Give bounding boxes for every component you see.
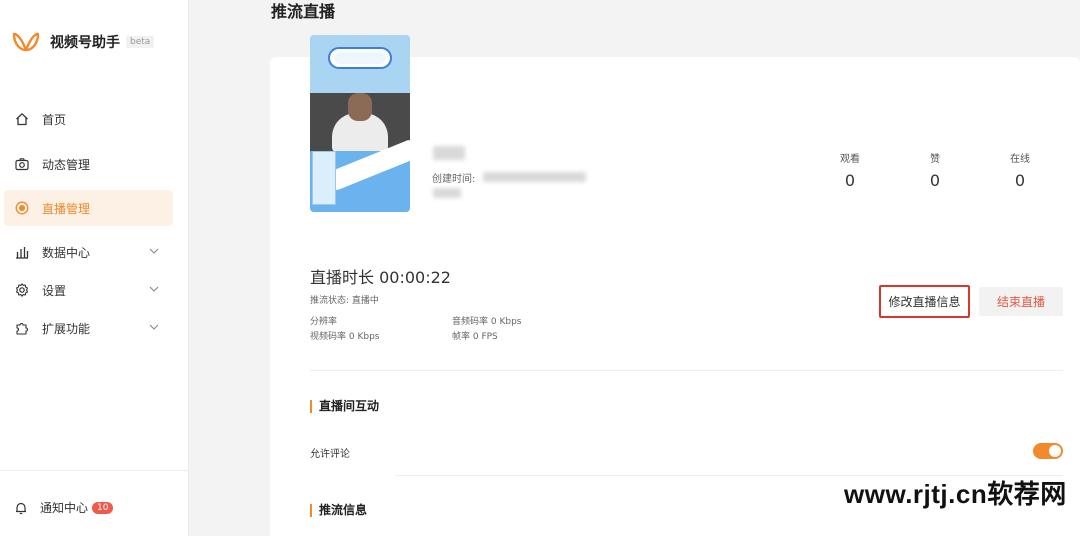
chevron-down-icon <box>149 324 159 330</box>
stat-value: 0 <box>929 171 941 190</box>
resolution-label: 分辨率 <box>310 317 338 327</box>
sidebar-item-label: 设置 <box>42 283 67 298</box>
redacted-title <box>433 146 465 160</box>
sidebar-item-label: 动态管理 <box>42 157 91 172</box>
chevron-down-icon <box>149 248 159 254</box>
allow-comment-toggle[interactable] <box>1033 443 1063 459</box>
allow-comment-label: 允许评论 <box>310 449 350 460</box>
page-title: 推流直播 <box>271 2 336 21</box>
section-title-push-info: 推流信息 <box>310 504 367 517</box>
sidebar-item-extensions[interactable]: 扩展功能 <box>4 310 173 346</box>
watermark-text: www.rjtj.cn软荐网 <box>844 479 1067 509</box>
redacted-info <box>433 188 461 198</box>
sidebar-item-label: 首页 <box>42 112 67 127</box>
stat-online: 在线 0 <box>990 150 1050 190</box>
section-title-interaction: 直播间互动 <box>310 400 379 413</box>
stat-label: 在线 <box>1010 154 1030 165</box>
live-duration: 直播时长 00:00:22 <box>310 268 451 287</box>
redacted-created-time <box>483 172 586 182</box>
stat-views: 观看 0 <box>820 150 880 190</box>
live-icon <box>14 200 30 216</box>
sidebar-item-settings[interactable]: 设置 <box>4 272 173 308</box>
gear-icon <box>14 282 30 298</box>
toggle-knob <box>1049 445 1061 457</box>
video-bitrate: 视频码率 0 Kbps <box>310 332 380 342</box>
end-live-button[interactable]: 结束直播 <box>979 287 1063 316</box>
sidebar-item-home[interactable]: 首页 <box>4 101 173 137</box>
stat-label: 观看 <box>840 154 860 165</box>
push-status: 推流状态: 直播中 <box>310 296 379 306</box>
stat-value: 0 <box>844 171 856 190</box>
stat-value: 0 <box>1014 171 1026 190</box>
sidebar-item-live[interactable]: 直播管理 <box>4 190 173 226</box>
sidebar-item-label: 数据中心 <box>42 245 91 260</box>
notification-label: 通知中心 <box>40 501 89 515</box>
stat-likes: 赞 0 <box>905 150 965 190</box>
camera-icon <box>14 156 30 172</box>
sidebar-item-data-center[interactable]: 数据中心 <box>4 234 173 270</box>
sidebar-item-label: 扩展功能 <box>42 321 91 336</box>
created-time-label: 创建时间: <box>432 174 476 185</box>
app-name: 视频号助手 <box>50 35 120 51</box>
qr-panel <box>312 151 336 205</box>
brand[interactable]: 视频号助手 beta <box>12 30 155 54</box>
live-cover-thumbnail[interactable] <box>310 35 410 212</box>
edit-live-info-button[interactable]: 修改直播信息 <box>879 285 970 318</box>
sidebar-footer: 通知中心 10 <box>0 470 189 536</box>
home-icon <box>14 111 30 127</box>
sidebar-item-label: 直播管理 <box>42 201 91 216</box>
notification-count-badge: 10 <box>92 501 114 514</box>
puzzle-icon <box>14 320 30 336</box>
audio-bitrate: 音频码率 0 Kbps <box>452 317 522 327</box>
beta-badge: beta <box>126 36 155 48</box>
sidebar: 视频号助手 beta 首页 动态管理 直播管理 数据中心 设置 扩展功能 通知中… <box>0 0 189 536</box>
bar-chart-icon <box>14 244 30 260</box>
frame-rate: 帧率 0 FPS <box>452 332 498 342</box>
chevron-down-icon <box>149 286 159 292</box>
notification-center[interactable]: 通知中心 10 <box>14 499 114 516</box>
divider <box>310 370 1063 371</box>
bell-icon <box>16 502 26 514</box>
stat-label: 赞 <box>930 154 940 165</box>
sidebar-item-posts[interactable]: 动态管理 <box>4 146 173 182</box>
cover-banner <box>328 47 392 69</box>
logo-icon <box>12 32 40 52</box>
